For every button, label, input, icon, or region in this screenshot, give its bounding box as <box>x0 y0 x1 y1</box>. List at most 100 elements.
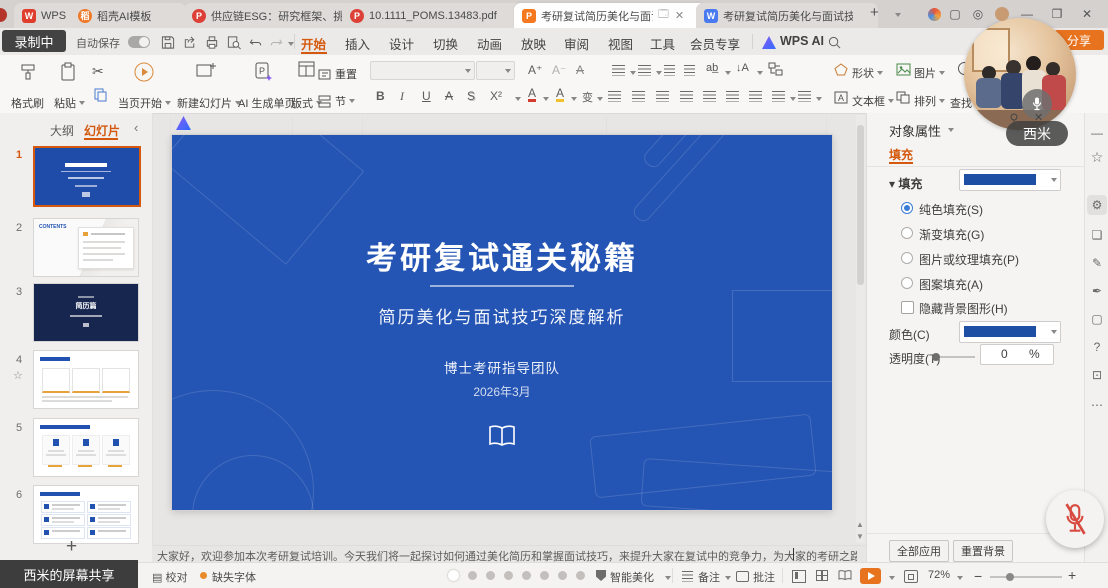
favorites-icon[interactable]: ☆ <box>1087 147 1107 167</box>
ai-assistant-icon[interactable] <box>176 116 191 130</box>
hide-background-checkbox[interactable] <box>901 301 914 314</box>
text-effect-caret-icon[interactable] <box>597 97 603 101</box>
slide-dot[interactable] <box>468 571 477 580</box>
add-slide-button[interactable]: + <box>66 536 77 558</box>
format-painter-icon[interactable] <box>18 62 38 82</box>
scroll-down-icon[interactable]: ▼ <box>856 532 864 541</box>
pattern-fill-label[interactable]: 图案填充(A) <box>919 276 983 293</box>
slide-thumbnail-4[interactable] <box>33 350 139 409</box>
copy-icon[interactable] <box>93 87 108 102</box>
zoom-slider-track[interactable] <box>990 576 1062 578</box>
slides-tab[interactable]: 幻灯片 <box>84 122 120 139</box>
shapes-button[interactable]: 形状 <box>852 65 883 81</box>
print-preview-icon[interactable] <box>226 35 242 50</box>
proofread-button[interactable]: ▤ 校对 <box>152 569 187 585</box>
transparency-slider-track[interactable] <box>935 356 975 358</box>
pin-icon[interactable] <box>1008 113 1020 125</box>
text-direction-icon[interactable]: ab̲ <box>706 62 718 74</box>
panel-title-caret-icon[interactable] <box>948 128 954 132</box>
save-icon[interactable] <box>160 35 176 50</box>
textbox-icon[interactable]: A <box>834 91 848 104</box>
increase-spacing-icon[interactable] <box>726 91 739 102</box>
italic-button[interactable]: I <box>400 89 404 104</box>
increase-indent-icon[interactable] <box>684 65 695 76</box>
tab-comment-icon[interactable]: 🗔 <box>658 7 669 24</box>
picture-button[interactable]: 图片 <box>914 65 945 81</box>
zoom-out-button[interactable]: − <box>974 568 982 584</box>
slide-dot[interactable] <box>504 571 513 580</box>
justify-icon[interactable] <box>680 91 693 102</box>
menu-slideshow[interactable]: 放映 <box>521 34 546 53</box>
strikethrough-button[interactable]: A <box>445 89 453 103</box>
apply-all-button[interactable]: 全部应用 <box>889 540 949 562</box>
slide-thumbnail-5[interactable] <box>33 418 139 477</box>
decrease-indent-icon[interactable] <box>664 65 675 76</box>
transparency-slider-knob[interactable] <box>932 353 940 361</box>
solid-fill-radio[interactable] <box>901 202 913 214</box>
fill-section-label[interactable]: ▾ 填充 <box>889 175 922 192</box>
menu-home[interactable]: 开始 <box>301 34 326 53</box>
textbox-button[interactable]: 文本框 <box>852 93 894 109</box>
slide-sorter-icon[interactable] <box>816 570 828 581</box>
help-icon[interactable]: ? <box>1087 337 1107 357</box>
text-shadow-button[interactable]: S <box>467 89 475 103</box>
menu-view[interactable]: 视图 <box>608 34 633 53</box>
align-left-icon[interactable] <box>608 91 621 102</box>
color-dropdown[interactable] <box>959 321 1061 343</box>
align-center-icon[interactable] <box>632 91 645 102</box>
slide-canvas[interactable]: 考研复试通关秘籍 简历美化与面试技巧深度解析 博士考研指导团队 2026年3月 <box>172 135 832 510</box>
favorite-star-icon[interactable]: ☆ <box>13 369 23 382</box>
comment-button[interactable]: 批注 <box>753 569 775 585</box>
minimize-button[interactable]: — <box>1018 5 1036 23</box>
tab-pdf-poms[interactable]: P 10.1111_POMS.13483.pdf <box>342 3 524 28</box>
highlight-caret-icon[interactable] <box>571 97 577 101</box>
paste-icon[interactable] <box>58 62 78 82</box>
tab-current-presentation[interactable]: P 考研复试简历美化与面试技巧 🗔 ✕ <box>514 3 706 28</box>
columns-icon[interactable] <box>703 91 716 102</box>
webcam-overlay[interactable] <box>964 18 1076 130</box>
hide-background-label[interactable]: 隐藏背景图形(H) <box>919 300 1008 317</box>
font-color-caret-icon[interactable] <box>543 97 549 101</box>
restore-button[interactable]: ❐ <box>1048 5 1066 23</box>
canvas-scrollbar[interactable] <box>856 115 865 543</box>
new-slide-icon[interactable] <box>195 61 217 81</box>
settings-icon[interactable]: ◎ <box>969 5 987 23</box>
paragraph-settings-icon[interactable] <box>798 91 811 102</box>
new-tab-button[interactable]: + <box>870 4 879 21</box>
highlight-color-button[interactable]: A <box>556 88 564 102</box>
slide-thumbnail-3[interactable]: 简历篇 <box>33 283 139 342</box>
normal-view-icon[interactable] <box>792 570 806 583</box>
font-size-select[interactable] <box>476 61 515 80</box>
tab-list-caret-icon[interactable] <box>895 13 901 17</box>
undo-icon[interactable] <box>248 35 264 50</box>
scroll-up-icon[interactable]: ▲ <box>856 520 864 529</box>
reset-slide-button[interactable]: 重置 <box>318 66 357 82</box>
scrollbar-thumb[interactable] <box>857 125 864 285</box>
texture-fill-radio[interactable] <box>901 252 913 264</box>
decrease-spacing-icon[interactable] <box>749 91 762 102</box>
tab-docer-ai[interactable]: 稻 稻壳AI模板 <box>70 3 186 28</box>
notes-button[interactable]: 备注 <box>698 569 720 585</box>
share-icon[interactable] <box>182 35 198 50</box>
menu-membership[interactable]: 会员专享 <box>690 34 740 53</box>
zoom-slider-knob[interactable] <box>1006 573 1014 581</box>
print-icon[interactable] <box>204 35 220 50</box>
menu-tools[interactable]: 工具 <box>650 34 675 53</box>
beautify-button[interactable]: 智能美化 <box>610 569 654 585</box>
slideshow-caret-icon[interactable] <box>889 576 895 580</box>
collapse-panel-icon[interactable]: ‹ <box>134 120 138 135</box>
slide-thumbnail-1[interactable] <box>33 146 141 207</box>
layout-icon[interactable] <box>298 61 315 77</box>
paste-button[interactable]: 粘贴 <box>54 95 85 111</box>
play-from-page-button[interactable]: 当页开始 <box>118 95 171 111</box>
shrink-font-button[interactable]: A⁻ <box>552 63 566 77</box>
slide-dot[interactable] <box>522 571 531 580</box>
outline-tab[interactable]: 大纲 <box>50 122 74 139</box>
slide-thumbnail-2[interactable]: CONTENTS <box>33 218 139 277</box>
solid-fill-label[interactable]: 纯色填充(S) <box>919 201 983 218</box>
font-family-select[interactable] <box>370 61 475 80</box>
arrange-icon[interactable] <box>896 91 911 104</box>
play-from-page-icon[interactable] <box>133 61 155 83</box>
crop-frame-icon[interactable]: ▢ <box>1087 309 1107 329</box>
gradient-fill-radio[interactable] <box>901 227 913 239</box>
